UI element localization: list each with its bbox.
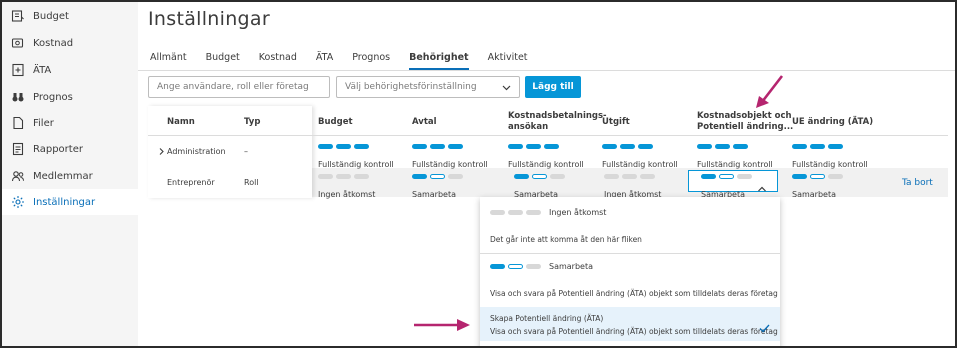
sidebar-item-budget[interactable]: Budget <box>2 3 138 29</box>
annotation-arrow-icon <box>756 75 784 108</box>
dropdown-option-description: Visa och svara på Potentiell ändring (ÄT… <box>490 327 778 336</box>
row-type: Roll <box>244 178 259 187</box>
permission-cell-contract[interactable]: Fullständig kontroll <box>412 144 488 171</box>
dropdown-option-description: Visa och svara på Potentiell ändring (ÄT… <box>490 289 778 298</box>
tab-prognos[interactable]: Prognos <box>352 52 390 70</box>
sidebar-item-installningar[interactable]: Inställningar <box>2 189 138 215</box>
row-name-entreprenor[interactable]: Entreprenör <box>167 178 215 187</box>
binoculars-icon <box>11 90 25 104</box>
tab-divider <box>138 70 955 71</box>
permission-label: Samarbeta <box>792 190 837 199</box>
row-name-administration[interactable]: Administration <box>167 147 226 156</box>
permission-preset-select[interactable]: Välj behörighetsförinställning <box>336 76 520 98</box>
permission-label: Fullständig kontroll <box>508 160 584 169</box>
add-button[interactable]: Lägg till <box>525 76 581 98</box>
permission-preset-placeholder: Välj behörighetsförinställning <box>345 82 477 92</box>
col-header-name[interactable]: Namn <box>167 117 195 128</box>
remove-link[interactable]: Ta bort <box>902 178 933 188</box>
sidebar-item-prognos[interactable]: Prognos <box>2 84 138 110</box>
permission-cell-ue-change[interactable]: Samarbeta <box>792 174 843 201</box>
tab-allmant[interactable]: Allmänt <box>150 52 187 70</box>
permission-dropdown: Ingen åtkomst Det går inte att komma åt … <box>480 197 780 346</box>
row-type: – <box>244 147 248 156</box>
sidebar-item-filer[interactable]: Filer <box>2 110 138 136</box>
col-header-payment-line2: ansökan <box>508 122 549 132</box>
main-content: Inställningar Allmänt Budget Kostnad ÄTA… <box>138 2 955 346</box>
permission-cell-budget[interactable]: Fullständig kontroll <box>318 144 394 171</box>
permission-label: Fullständig kontroll <box>318 160 394 169</box>
user-search-placeholder: Ange användare, roll eller företag <box>157 82 309 92</box>
sidebar-item-label: ÄTA <box>33 64 52 76</box>
tab-kostnad[interactable]: Kostnad <box>259 52 297 70</box>
sidebar-item-ata[interactable]: ÄTA <box>2 57 138 83</box>
checkmark-icon <box>759 318 770 337</box>
permission-cell-cost-item[interactable]: Fullständig kontroll <box>697 144 773 171</box>
sidebar-item-label: Filer <box>33 117 54 129</box>
col-header-type[interactable]: Typ <box>244 117 260 128</box>
col-header-cost-item[interactable]: Kostnadsobjekt och Potentiell ändring... <box>697 111 793 133</box>
user-search-input[interactable]: Ange användare, roll eller företag <box>148 76 330 98</box>
page-title: Inställningar <box>148 8 270 30</box>
sidebar-item-kostnad[interactable]: Kostnad <box>2 30 138 56</box>
sidebar-item-label: Kostnad <box>33 37 74 49</box>
permission-label: Fullständig kontroll <box>602 160 678 169</box>
sidebar-item-label: Inställningar <box>33 196 96 208</box>
tab-behorighet[interactable]: Behörighet <box>409 52 469 70</box>
dropdown-divider <box>480 253 780 254</box>
permission-label: Fullständig kontroll <box>792 160 868 169</box>
change-order-icon <box>11 63 25 77</box>
col-header-cost-item-line1: Kostnadsobjekt och <box>697 111 792 121</box>
chevron-up-icon <box>757 178 767 197</box>
budget-icon <box>11 9 25 23</box>
col-header-payment[interactable]: Kostnadsbetalnings- ansökan <box>508 111 607 133</box>
col-header-budget[interactable]: Budget <box>318 117 353 128</box>
tab-bar: Allmänt Budget Kostnad ÄTA Prognos Behör… <box>150 52 547 70</box>
dropdown-option-description: Det går inte att komma åt den här fliken <box>490 235 642 244</box>
chevron-down-icon <box>502 83 511 95</box>
dropdown-option-no-access[interactable]: Ingen åtkomst <box>490 208 606 217</box>
permission-cell-ue-change[interactable]: Fullständig kontroll <box>792 144 868 171</box>
tab-aktivitet[interactable]: Aktivitet <box>488 52 528 70</box>
tab-budget[interactable]: Budget <box>206 52 240 70</box>
permission-label: Fullständig kontroll <box>697 160 773 169</box>
permission-cell-expense[interactable]: Fullständig kontroll <box>602 144 678 171</box>
permission-label: Ingen åtkomst <box>318 190 376 199</box>
col-header-cost-item-line2: Potentiell ändring... <box>697 122 794 132</box>
permission-cell-budget[interactable]: Ingen åtkomst <box>318 174 375 201</box>
col-header-expense[interactable]: Utgift <box>602 117 630 128</box>
dropdown-option-label: Skapa Potentiell ändring (ÄTA) <box>490 314 604 323</box>
permission-select-cost-item[interactable]: Samarbeta <box>688 170 778 199</box>
annotation-arrow-icon <box>414 319 470 331</box>
tab-ata[interactable]: ÄTA <box>316 52 333 70</box>
sidebar-item-label: Medlemmar <box>33 170 93 182</box>
dropdown-option-collaborate[interactable]: Samarbeta <box>490 262 593 271</box>
table-header-divider <box>148 135 948 136</box>
sidebar-item-rapporter[interactable]: Rapporter <box>2 136 138 162</box>
sidebar-item-label: Rapporter <box>33 143 83 155</box>
gear-icon <box>11 195 25 209</box>
permission-label: Samarbeta <box>412 190 457 199</box>
sidebar: Budget Kostnad ÄTA Prognos Filer Rapport… <box>2 2 138 346</box>
permission-label: Fullständig kontroll <box>412 160 488 169</box>
permission-cell-contract[interactable]: Samarbeta <box>412 174 463 201</box>
cost-icon <box>11 36 25 50</box>
sidebar-item-medlemmar[interactable]: Medlemmar <box>2 163 138 189</box>
col-header-contract[interactable]: Avtal <box>412 117 437 128</box>
file-icon <box>11 116 25 130</box>
dropdown-option-label: Samarbeta <box>549 262 594 271</box>
app-window: Budget Kostnad ÄTA Prognos Filer Rapport… <box>0 0 957 348</box>
dropdown-option-create-change[interactable]: Skapa Potentiell ändring (ÄTA) Visa och … <box>480 307 780 341</box>
sidebar-item-label: Budget <box>33 10 69 22</box>
col-header-payment-line1: Kostnadsbetalnings- <box>508 111 607 121</box>
permission-cell-payment[interactable]: Fullständig kontroll <box>508 144 584 171</box>
members-icon <box>11 169 25 183</box>
expand-chevron-icon[interactable] <box>158 147 165 158</box>
dropdown-option-label: Ingen åtkomst <box>549 208 607 217</box>
report-icon <box>11 142 25 156</box>
sidebar-item-label: Prognos <box>33 91 73 103</box>
col-header-ue-change[interactable]: UE ändring (ÄTA) <box>792 117 873 128</box>
